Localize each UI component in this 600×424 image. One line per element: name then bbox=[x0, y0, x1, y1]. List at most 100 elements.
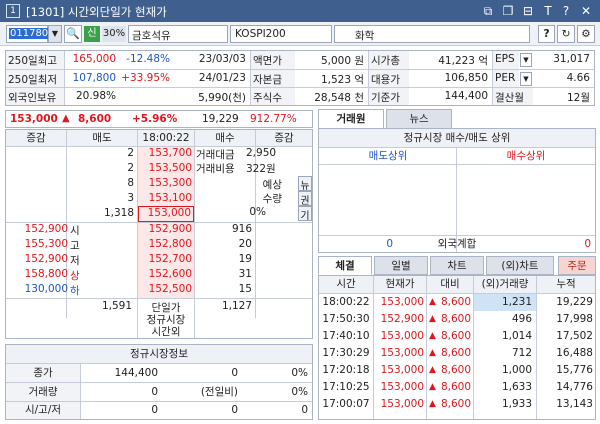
info-value: 41,223 억 bbox=[438, 55, 488, 67]
trade-change: 8,600 bbox=[440, 347, 471, 359]
window-list-icon[interactable]: ❐ bbox=[500, 3, 516, 19]
trade-price: 153,000 bbox=[380, 381, 424, 393]
col-header: 증감 bbox=[6, 130, 66, 146]
open-value: 0 bbox=[151, 404, 158, 416]
foreign-total-label: 외국계합 bbox=[437, 238, 477, 250]
upper-limit-price: 158,800 bbox=[24, 268, 68, 280]
trade-price: 153,000 bbox=[380, 398, 424, 410]
info-label: 기준가 bbox=[369, 88, 409, 105]
trade-cost-value: 322원 bbox=[246, 163, 276, 175]
bid-price[interactable]: 152,500 bbox=[138, 283, 194, 298]
sell-top-header: 매도상위 bbox=[368, 150, 408, 162]
trade-cumulative: 14,776 bbox=[556, 381, 593, 393]
info-value: 144,400 bbox=[444, 90, 488, 102]
tab-rights-side[interactable]: 권 bbox=[298, 191, 312, 206]
close-rate: 0% bbox=[291, 367, 308, 379]
tab-chart[interactable]: 차트 bbox=[430, 256, 484, 275]
trade-cost-label: 거래비용 bbox=[196, 163, 235, 175]
ask-price-current[interactable]: 153,000 bbox=[138, 206, 194, 222]
bid-price[interactable]: 152,900 bbox=[138, 223, 194, 238]
tab-daily[interactable]: 일별 bbox=[374, 256, 428, 275]
volume-label: 거래량 bbox=[6, 383, 80, 401]
total-volume: 19,229 bbox=[202, 113, 239, 125]
total-bid-qty: 1,127 bbox=[221, 300, 252, 312]
col-change[interactable]: 대비 bbox=[427, 276, 473, 293]
info-label: 주식수 bbox=[251, 88, 295, 105]
trade-change: 8,600 bbox=[440, 313, 471, 325]
close-change: 0 bbox=[231, 367, 238, 379]
regular-market-label: 정규시장 bbox=[146, 314, 186, 326]
close-button[interactable]: ✕ bbox=[578, 3, 594, 19]
price-change: 8,600 bbox=[78, 113, 112, 125]
tab-trades[interactable]: 체결 bbox=[318, 256, 372, 275]
tab-foreign-chart[interactable]: (외)차트 bbox=[486, 256, 554, 275]
trade-change: 8,600 bbox=[440, 398, 471, 410]
total-ask-qty: 1,591 bbox=[101, 300, 132, 312]
bid-price[interactable]: 152,600 bbox=[138, 268, 194, 283]
link-window-icon[interactable]: ⧉ bbox=[480, 3, 496, 19]
stock-name-field[interactable]: 금호석유 bbox=[128, 25, 228, 43]
margin-ratio-badge: 30% bbox=[102, 26, 126, 42]
after-hours-label: 시간외 bbox=[151, 326, 181, 338]
tab-brokers[interactable]: 거래원 bbox=[318, 109, 384, 129]
orderbook: 증감 매도 18:00:22 매수 증감 2 153,700 2 153,500… bbox=[5, 129, 313, 339]
info-date: 24/01/23 bbox=[198, 72, 246, 84]
help-question-button[interactable]: ? bbox=[538, 25, 555, 43]
tab-institution-side[interactable]: 기 bbox=[298, 206, 312, 221]
info-date: 23/03/03 bbox=[198, 53, 246, 65]
info-label: PER bbox=[493, 70, 519, 87]
low-price: 152,900 bbox=[24, 253, 68, 265]
trade-cumulative: 15,776 bbox=[556, 364, 593, 376]
col-header: 증감 bbox=[256, 130, 312, 146]
trade-time: 17:50:30 bbox=[322, 313, 370, 325]
ask-price[interactable]: 153,500 bbox=[138, 162, 194, 177]
high-label: 고 bbox=[70, 240, 80, 252]
info-value: 28,548 천 bbox=[314, 92, 364, 104]
regular-market-title: 정규시장정보 bbox=[6, 345, 312, 363]
stock-code-input[interactable]: 011780 bbox=[6, 25, 50, 43]
trade-price: 153,000 bbox=[380, 347, 424, 359]
ask-qty: 1,318 bbox=[103, 207, 134, 219]
eps-dropdown-icon[interactable]: ▼ bbox=[520, 53, 532, 67]
foreign-sell-total: 0 bbox=[386, 238, 393, 250]
code-dropdown-icon[interactable]: ▼ bbox=[48, 25, 62, 43]
foreign-buy-total: 0 bbox=[584, 238, 591, 250]
trade-change: 8,600 bbox=[440, 330, 471, 342]
close-label: 종가 bbox=[6, 364, 80, 382]
info-label: 250일최저 bbox=[6, 70, 64, 87]
trade-time: 17:20:18 bbox=[322, 364, 370, 376]
tab-order[interactable]: 주문 bbox=[558, 256, 596, 275]
info-value: 5,000 원 bbox=[320, 55, 364, 67]
trade-volume: 712 bbox=[511, 347, 532, 359]
pin-icon[interactable]: ⊟ bbox=[520, 3, 536, 19]
ask-price[interactable]: 153,100 bbox=[138, 192, 194, 207]
high-price: 155,300 bbox=[24, 238, 68, 250]
bid-price[interactable]: 152,800 bbox=[138, 238, 194, 253]
market-field: KOSPI200 bbox=[230, 25, 332, 43]
bid-price[interactable]: 152,700 bbox=[138, 253, 194, 268]
top-brokers-panel: 정규시장 매수/매도 상위 매도상위 매수상위 0 외국계합 0 bbox=[318, 128, 596, 253]
info-label: 250일최고 bbox=[6, 51, 64, 69]
ask-price[interactable]: 153,700 bbox=[138, 147, 194, 162]
trade-volume: 1,231 bbox=[474, 294, 536, 311]
search-icon[interactable]: 🔍 bbox=[64, 25, 82, 43]
tab-news[interactable]: 뉴스 bbox=[386, 109, 452, 129]
bid-qty: 20 bbox=[238, 238, 252, 250]
help-button[interactable]: ? bbox=[558, 3, 574, 19]
stock-code-value: 011780 bbox=[9, 28, 50, 39]
trade-volume: 1,000 bbox=[501, 364, 532, 376]
font-size-button[interactable]: T bbox=[540, 3, 556, 19]
ask-price[interactable]: 153,300 bbox=[138, 177, 194, 192]
settings-gear-icon[interactable]: ⚙ bbox=[577, 25, 595, 43]
tab-news-side[interactable]: 뉴 bbox=[298, 176, 312, 191]
info-rate: +33.95% bbox=[121, 72, 170, 84]
price-summary: 153,000 ▲ 8,600 +5.96% 19,229 912.77% bbox=[5, 110, 313, 128]
trade-change: 8,600 bbox=[440, 296, 471, 308]
col-cumulative: 누적 bbox=[537, 276, 595, 293]
refresh-icon[interactable]: ↻ bbox=[557, 25, 575, 43]
col-header: 매수 bbox=[195, 130, 255, 146]
trade-time: 17:40:10 bbox=[322, 330, 370, 342]
new-listing-badge: 신 bbox=[84, 26, 100, 42]
per-dropdown-icon[interactable]: ▼ bbox=[520, 72, 532, 86]
top-brokers-title: 정규시장 매수/매도 상위 bbox=[319, 129, 595, 147]
